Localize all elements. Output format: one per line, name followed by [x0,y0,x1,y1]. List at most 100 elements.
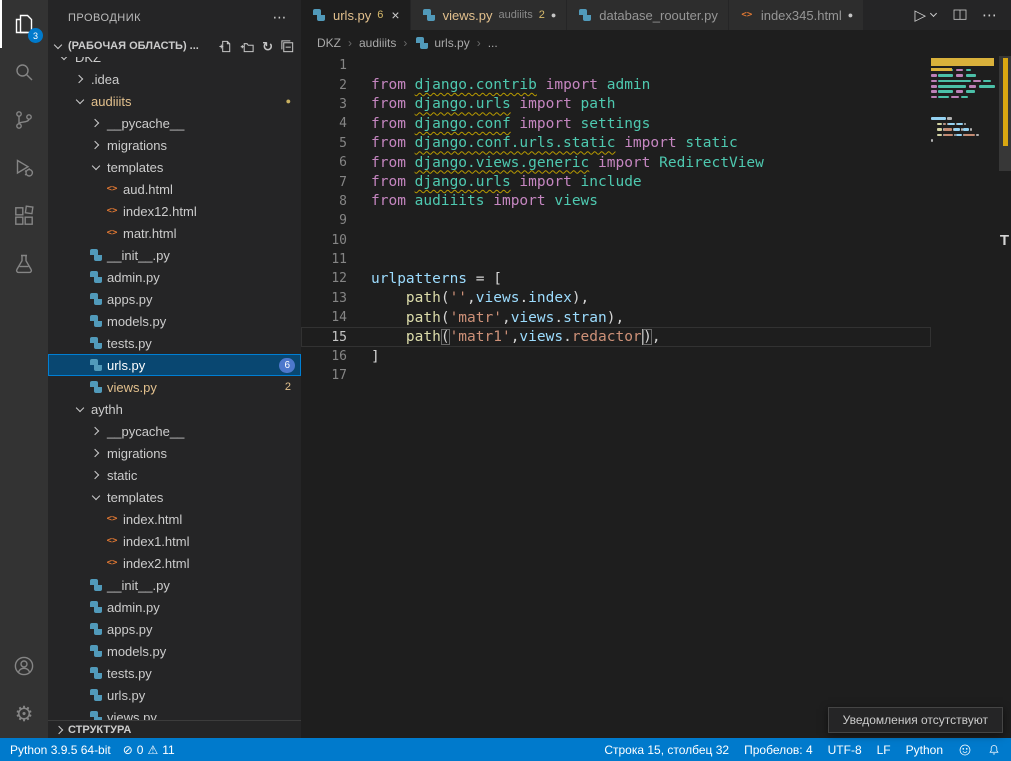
code-token: django.urls [415,96,511,112]
tree-item-migrations[interactable]: migrations [48,442,301,464]
tree-item-views-py[interactable]: views.py2 [48,376,301,398]
tree-item-tests-py[interactable]: tests.py [48,332,301,354]
tree-item-admin-py[interactable]: admin.py [48,596,301,618]
tree-item-urls-py[interactable]: urls.py6 [48,354,301,376]
language-mode-status[interactable]: Python [906,743,943,757]
code-line-3[interactable]: 3from django.urls import path [301,95,931,114]
breadcrumb-item-urls-py[interactable]: urls.py [414,36,469,50]
problems-status[interactable]: ⊘ 0 ⚠ 11 [123,743,175,757]
tree-item-dkz[interactable]: DKZ [48,57,301,68]
tree-item-tests-py[interactable]: tests.py [48,662,301,684]
tree-item-urls-py[interactable]: urls.py [48,684,301,706]
workspace-section-header[interactable]: (РАБОЧАЯ ОБЛАСТЬ) ... ↻ [48,35,301,57]
tab-urls-py[interactable]: urls.py6× [301,0,411,30]
new-folder-icon[interactable] [240,39,255,54]
code-line-16[interactable]: 16] [301,347,931,366]
code-line-5[interactable]: 5from django.conf.urls.static import sta… [301,134,931,153]
run-dropdown-chevron-icon[interactable] [928,10,938,20]
code-line-8[interactable]: 8from audiiits import views [301,192,931,211]
collapse-all-icon[interactable] [280,39,295,54]
testing-activity-button[interactable] [0,240,48,288]
tree-item-apps-py[interactable]: apps.py [48,618,301,640]
explorer-activity-button[interactable]: 3 [0,0,48,48]
minimap[interactable] [931,58,997,152]
code-editor[interactable]: 12from django.contrib import admin3from … [301,56,1011,738]
minimap-segment [938,96,949,99]
tree-item-index1-html[interactable]: <>index1.html [48,530,301,552]
close-tab-icon[interactable]: × [391,7,399,23]
tab-index345-html[interactable]: <>index345.html● [729,0,864,30]
tree-item-models-py[interactable]: models.py [48,640,301,662]
python-interpreter-status[interactable]: Python 3.9.5 64-bit [10,743,111,757]
tree-item-pycache[interactable]: __pycache__ [48,112,301,134]
dirty-indicator-icon[interactable]: ● [848,10,853,20]
code-line-1[interactable]: 1 [301,56,931,75]
code-line-4[interactable]: 4from django.conf import settings [301,114,931,133]
code-line-11[interactable]: 11 [301,250,931,269]
tab-views-py[interactable]: views.pyaudiiits2● [411,0,568,30]
more-actions-icon[interactable]: ⋯ [982,6,997,24]
code-line-17[interactable]: 17 [301,366,931,385]
notifications-bell-icon[interactable] [987,743,1001,757]
code-line-9[interactable]: 9 [301,211,931,230]
split-editor-icon[interactable] [952,7,968,23]
extensions-activity-button[interactable] [0,192,48,240]
code-token: from [371,174,415,190]
breadcrumb-item-dkz[interactable]: DKZ [317,36,341,50]
run-python-file-button[interactable]: ▷ [914,6,938,24]
tree-item-apps-py[interactable]: apps.py [48,288,301,310]
python-file-icon [88,600,104,614]
tree-item-index2-html[interactable]: <>index2.html [48,552,301,574]
code-line-14[interactable]: 14 path('matr',views.stran), [301,308,931,327]
code-token: from [371,155,415,171]
tree-item-label: aythh [91,402,123,417]
code-line-15[interactable]: 15 path('matr1',views.redactor), [301,327,931,346]
tab-database-roouter-py[interactable]: database_roouter.py [567,0,729,30]
breadcrumb-item-[interactable]: ... [488,36,498,50]
search-activity-button[interactable] [0,48,48,96]
tree-item-admin-py[interactable]: admin.py [48,266,301,288]
encoding-status[interactable]: UTF-8 [828,743,862,757]
tree-item-aud-html[interactable]: <>aud.html [48,178,301,200]
tree-item-templates[interactable]: templates [48,486,301,508]
tree-item-views-py[interactable]: views.py [48,706,301,720]
new-file-icon[interactable] [218,39,233,54]
code-line-6[interactable]: 6from django.views.generic import Redire… [301,153,931,172]
code-line-12[interactable]: 12urlpatterns = [ [301,269,931,288]
tree-item-static[interactable]: static [48,464,301,486]
tree-item-audiiits[interactable]: audiiits● [48,90,301,112]
minimap-segment [954,128,960,131]
source-control-activity-button[interactable] [0,96,48,144]
code-token [371,310,406,326]
accounts-button[interactable] [0,642,48,690]
tree-item-migrations[interactable]: migrations [48,134,301,156]
code-line-2[interactable]: 2from django.contrib import admin [301,75,931,94]
tree-item-index-html[interactable]: <>index.html [48,508,301,530]
dirty-indicator-icon[interactable]: ● [551,10,556,20]
outline-section-header[interactable]: СТРУКТУРА [48,720,301,738]
settings-button[interactable]: ⚙ [0,690,48,738]
tree-item-init-py[interactable]: __init__.py [48,244,301,266]
feedback-smiley-icon[interactable] [958,743,972,757]
eol-status[interactable]: LF [877,743,891,757]
refresh-icon[interactable]: ↻ [262,39,273,54]
tree-item-models-py[interactable]: models.py [48,310,301,332]
tree-item-idea[interactable]: .idea [48,68,301,90]
cursor-position-status[interactable]: Строка 15, столбец 32 [604,743,729,757]
tree-item-matr-html[interactable]: <>matr.html [48,222,301,244]
code-line-7[interactable]: 7from django.urls import include [301,172,931,191]
code-text: from django.views.generic import Redirec… [371,155,764,171]
breadcrumb-item-audiiits[interactable]: audiiits [359,36,396,50]
explorer-more-actions-icon[interactable]: ⋯ [273,9,288,26]
tree-item-init-py[interactable]: __init__.py [48,574,301,596]
tree-item-pycache[interactable]: __pycache__ [48,420,301,442]
chevron-right-icon [88,115,104,131]
tree-item-aythh[interactable]: aythh [48,398,301,420]
indentation-status[interactable]: Пробелов: 4 [744,743,813,757]
code-line-10[interactable]: 10 [301,231,931,250]
tree-item-index12-html[interactable]: <>index12.html [48,200,301,222]
run-debug-activity-button[interactable] [0,144,48,192]
code-line-13[interactable]: 13 path('',views.index), [301,289,931,308]
tree-item-templates[interactable]: templates [48,156,301,178]
python-file-icon [88,292,104,306]
